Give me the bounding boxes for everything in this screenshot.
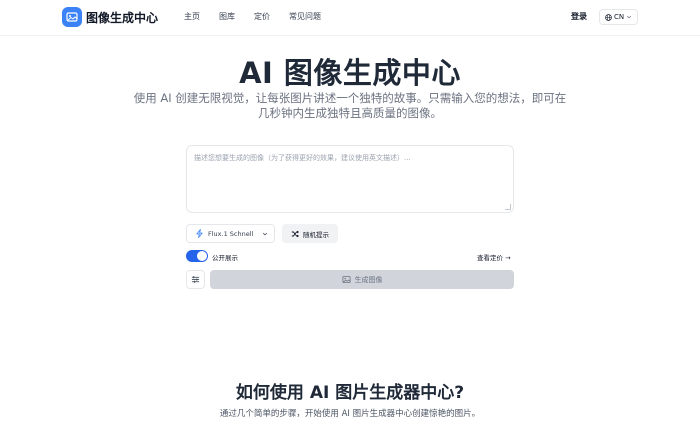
prompt-textarea[interactable]: 描述您想要生成的图像（为了获得更好的效果，建议使用英文描述）... — [186, 145, 514, 213]
shuffle-icon — [291, 230, 299, 237]
chevron-down-icon — [262, 232, 268, 235]
random-prompt-button[interactable]: 随机提示 — [282, 224, 338, 243]
lightning-icon — [196, 229, 203, 238]
generate-image-button[interactable]: 生成图像 — [210, 270, 514, 289]
language-label: CN — [613, 13, 625, 21]
page-subtitle: 使用 AI 创建无限视觉，让每张图片讲述一个独特的故事。只需输入您的想法，即可在… — [133, 91, 567, 120]
globe-icon — [605, 13, 612, 21]
nav-pricing[interactable]: 定价 — [254, 11, 270, 22]
how-to-subtitle: 通过几个简单的步骤，开始使用 AI 图片生成器中心创建惊艳的图片。 — [219, 409, 481, 419]
language-selector[interactable]: CN — [599, 9, 638, 25]
model-select[interactable]: Flux.1 Schnell — [186, 224, 275, 243]
page-title: AI 图像生成中心 — [239, 56, 461, 90]
nav-home[interactable]: 主页 — [184, 11, 200, 22]
sliders-icon — [191, 276, 200, 283]
model-label: Flux.1 Schnell — [208, 229, 254, 238]
login-button[interactable]: 登录 — [571, 11, 587, 22]
nav-faq[interactable]: 常见问题 — [289, 11, 321, 22]
toggle-knob — [197, 251, 207, 261]
settings-button[interactable] — [186, 270, 205, 289]
random-prompt-label: 随机提示 — [303, 230, 329, 239]
resize-handle-icon[interactable] — [505, 204, 511, 210]
logo-icon[interactable] — [62, 7, 82, 27]
image-icon — [341, 275, 351, 284]
public-toggle-label: 公开展示 — [212, 254, 238, 262]
public-toggle[interactable] — [186, 250, 208, 262]
brand-name[interactable]: 图像生成中心 — [86, 9, 158, 26]
view-pricing-link[interactable]: 查看定价 → — [477, 252, 511, 262]
how-to-title: 如何使用 AI 图片生成器中心? — [235, 383, 465, 403]
nav-gallery[interactable]: 图库 — [219, 11, 235, 22]
prompt-placeholder: 描述您想要生成的图像（为了获得更好的效果，建议使用英文描述）... — [194, 154, 411, 162]
top-header: 图像生成中心 主页 图库 定价 常见问题 登录 CN — [0, 0, 700, 36]
chevron-down-icon — [627, 15, 632, 19]
generate-image-label: 生成图像 — [354, 275, 383, 284]
